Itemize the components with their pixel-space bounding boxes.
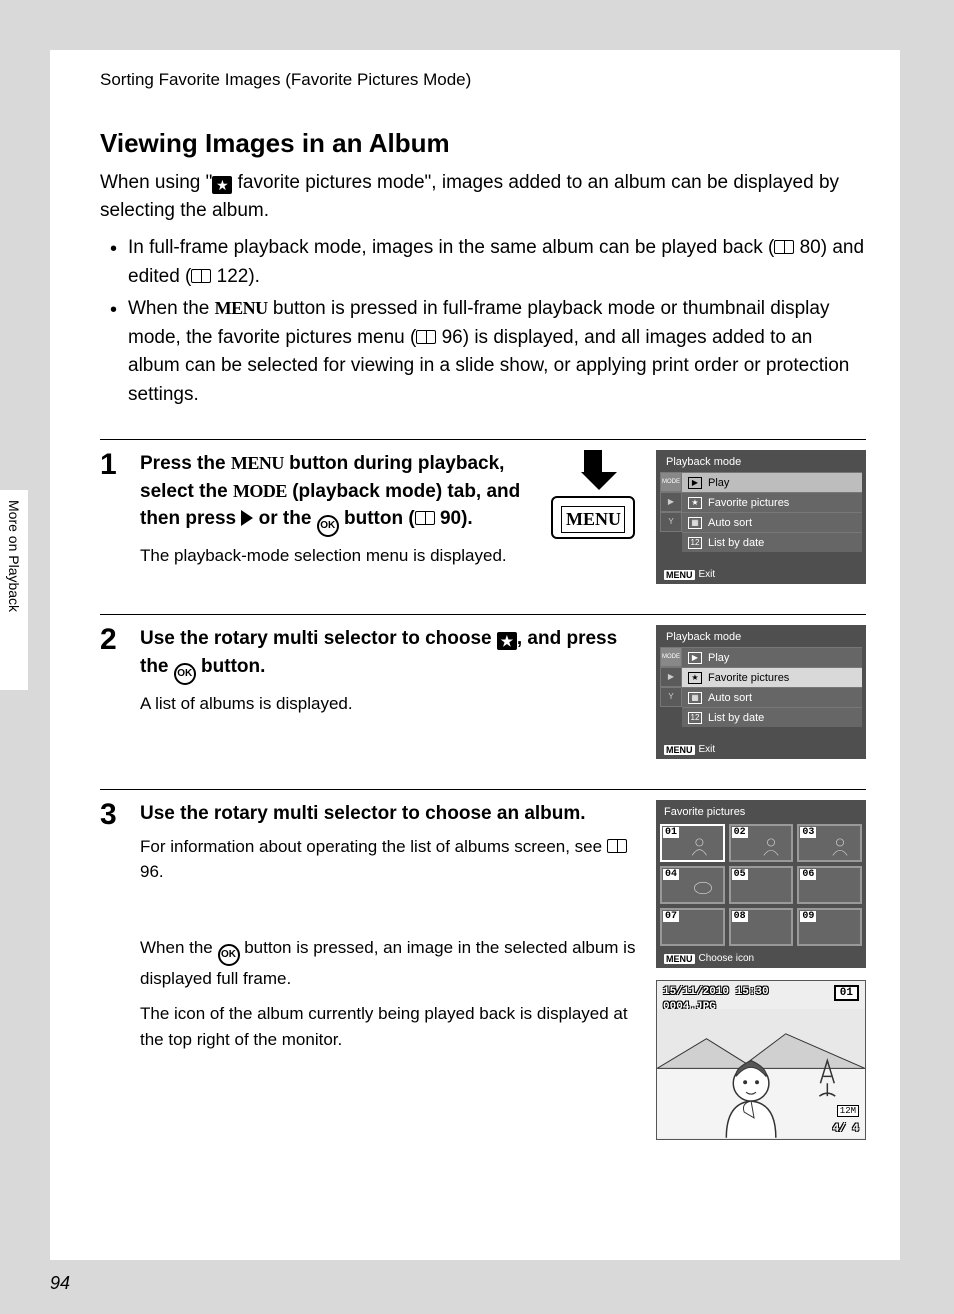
step-1-heading: Press the MENU button during playback, s… xyxy=(140,450,528,537)
lcd-title: Playback mode xyxy=(660,629,862,647)
step-2-heading: Use the rotary multi selector to choose … xyxy=(140,625,636,685)
step-number: 3 xyxy=(100,800,126,1140)
sort-icon: ▦ xyxy=(688,517,702,529)
album-cell: 04 xyxy=(660,866,725,904)
step-number: 1 xyxy=(100,450,126,584)
page-ref-icon xyxy=(607,839,627,853)
lcd-playback-mode-2: Playback mode MODE ▶ Y ▶Play ★Favorite p… xyxy=(656,625,866,759)
lcd-item-favorites: ★Favorite pictures xyxy=(682,667,862,687)
step-3-subtext-1: For information about operating the list… xyxy=(140,834,636,885)
album-cell: 07 xyxy=(660,908,725,946)
manual-page: Sorting Favorite Images (Favorite Pictur… xyxy=(50,50,900,1260)
lcd-title: Playback mode xyxy=(660,454,862,472)
mode-tab: MODE xyxy=(660,472,682,492)
lcd-item-favorites: ★Favorite pictures xyxy=(682,492,862,512)
ok-button-icon: OK xyxy=(317,515,339,537)
star-icon: ★ xyxy=(212,176,232,194)
menu-button: MENU xyxy=(551,496,635,539)
menu-badge: MENU xyxy=(664,954,695,964)
play-icon: ▶ xyxy=(688,652,702,664)
lcd-fullframe-playback: 15/11/2010 15:30 0004.JPG 01 xyxy=(656,980,866,1140)
intro-paragraph: When using "★ favorite pictures mode", i… xyxy=(100,169,866,224)
step-1: 1 Press the MENU button during playback,… xyxy=(100,439,866,584)
star-icon: ★ xyxy=(497,632,517,650)
page-number: 94 xyxy=(50,1273,70,1294)
album-grid: 01 02 03 04 05 06 07 08 09 xyxy=(660,822,862,950)
step-2: 2 Use the rotary multi selector to choos… xyxy=(100,614,866,759)
bullet-1: In full-frame playback mode, images in t… xyxy=(100,234,866,291)
step-1-subtext: The playback-mode selection menu is disp… xyxy=(140,543,528,569)
lcd-menu-list: ▶Play ★Favorite pictures ▦Auto sort 12Li… xyxy=(682,647,862,741)
lcd-item-listbydate: 12List by date xyxy=(682,532,862,552)
photo-illustration xyxy=(657,1009,865,1138)
breadcrumb: Sorting Favorite Images (Favorite Pictur… xyxy=(100,70,866,90)
album-cell: 03 xyxy=(797,824,862,862)
calendar-icon: 12 xyxy=(688,712,702,724)
lcd-menu-list: ▶Play ★Favorite pictures ▦Auto sort 12Li… xyxy=(682,472,862,566)
bullet-2: When the MENU button is pressed in full-… xyxy=(100,295,866,409)
calendar-icon: 12 xyxy=(688,537,702,549)
lcd-footer: MENUExit xyxy=(660,741,862,755)
mode-tab: MODE xyxy=(660,647,682,667)
play-tab-icon: ▶ xyxy=(660,492,682,512)
side-tab-label: More on Playback xyxy=(0,490,28,622)
play-tab-icon: ▶ xyxy=(660,667,682,687)
menu-badge: MENU xyxy=(664,745,695,755)
step-number: 2 xyxy=(100,625,126,759)
ok-button-icon: OK xyxy=(174,663,196,685)
album-cell: 06 xyxy=(797,866,862,904)
side-tab: More on Playback xyxy=(0,490,28,690)
album-cell: 08 xyxy=(729,908,794,946)
album-indicator: 01 xyxy=(834,985,859,1001)
menu-button-figure: MENU xyxy=(548,450,638,539)
lcd-footer: MENUExit xyxy=(660,566,862,580)
album-cell: 05 xyxy=(729,866,794,904)
wrench-tab-icon: Y xyxy=(660,687,682,707)
lcd-item-listbydate: 12List by date xyxy=(682,707,862,727)
step-3: 3 Use the rotary multi selector to choos… xyxy=(100,789,866,1140)
lcd-side-tabs: MODE ▶ Y xyxy=(660,647,682,741)
page-ref-icon xyxy=(415,511,435,525)
star-icon: ★ xyxy=(688,672,702,684)
step-3-subtext-2: When the OK button is pressed, an image … xyxy=(140,935,636,992)
album-cell: 01 xyxy=(660,824,725,862)
lcd-footer: MENUChoose icon xyxy=(660,950,862,964)
menu-badge: MENU xyxy=(664,570,695,580)
lcd-favorite-pictures-grid: Favorite pictures 01 02 03 04 05 06 07 0… xyxy=(656,800,866,968)
menu-word-icon: MENU xyxy=(215,298,268,318)
play-icon: ▶ xyxy=(688,477,702,489)
page-ref-icon xyxy=(416,330,436,344)
lcd-playback-mode-1: Playback mode MODE ▶ Y ▶Play ★Favorite p… xyxy=(656,450,866,584)
step-3-subtext-3: The icon of the album currently being pl… xyxy=(140,1001,636,1052)
lcd-item-play: ▶Play xyxy=(682,472,862,492)
lcd-item-autosort: ▦Auto sort xyxy=(682,512,862,532)
page-ref-icon xyxy=(774,240,794,254)
down-arrow-icon xyxy=(581,450,605,490)
menu-word-icon: MENU xyxy=(231,453,284,473)
section-title: Viewing Images in an Album xyxy=(100,128,866,159)
wrench-tab-icon: Y xyxy=(660,512,682,532)
bullet-list: In full-frame playback mode, images in t… xyxy=(100,234,866,409)
ok-button-icon: OK xyxy=(218,944,240,966)
intro-pre: When using " xyxy=(100,172,212,193)
lcd-item-play: ▶Play xyxy=(682,647,862,667)
star-icon: ★ xyxy=(688,497,702,509)
sort-icon: ▦ xyxy=(688,692,702,704)
step-2-subtext: A list of albums is displayed. xyxy=(140,691,636,717)
fav-title: Favorite pictures xyxy=(660,804,862,822)
mode-word-icon: MODE xyxy=(233,481,287,501)
lcd-item-autosort: ▦Auto sort xyxy=(682,687,862,707)
album-cell: 02 xyxy=(729,824,794,862)
album-cell: 09 xyxy=(797,908,862,946)
resolution-badge: 12M xyxy=(837,1105,859,1117)
page-ref-icon xyxy=(191,269,211,283)
photo-counter: 4/ 4 xyxy=(833,1123,859,1135)
right-arrow-icon xyxy=(241,510,253,526)
step-3-heading: Use the rotary multi selector to choose … xyxy=(140,800,636,828)
lcd-side-tabs: MODE ▶ Y xyxy=(660,472,682,566)
